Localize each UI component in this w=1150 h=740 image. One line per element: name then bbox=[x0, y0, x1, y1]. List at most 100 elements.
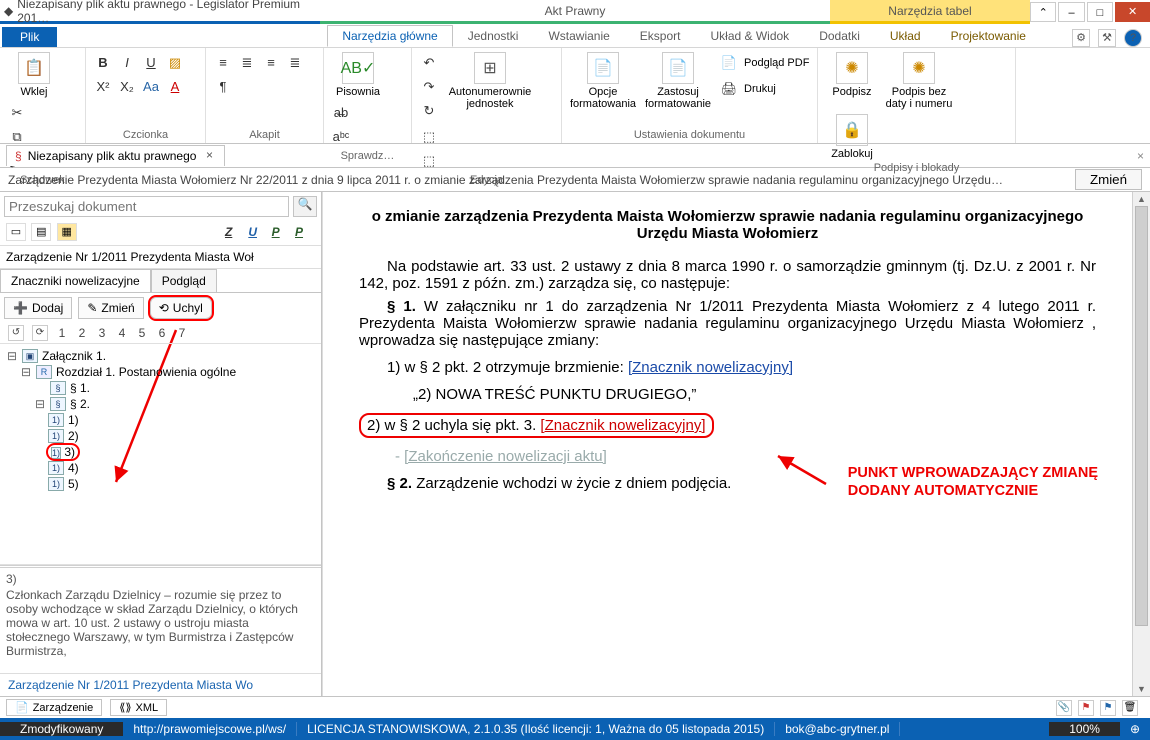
filter-z[interactable]: Z bbox=[225, 225, 245, 239]
marker-link-2[interactable]: [Znacznik nowelizacyjny] bbox=[540, 417, 705, 434]
close-button[interactable]: ✕ bbox=[1115, 2, 1150, 22]
align-right-button[interactable]: ≡ bbox=[260, 52, 282, 74]
tab-main-tools[interactable]: Narzędzia główne bbox=[327, 25, 452, 47]
scroll-thumb[interactable] bbox=[1135, 206, 1148, 626]
trash-icon[interactable]: 🗑 bbox=[1122, 700, 1138, 716]
refresh-icon[interactable]: ⟳ bbox=[32, 325, 48, 341]
tools-icon[interactable]: ⚒ bbox=[1098, 29, 1116, 47]
vertical-scrollbar[interactable]: ▲ ▼ bbox=[1132, 192, 1150, 696]
superscript-button[interactable]: X² bbox=[92, 76, 114, 98]
align-left-button[interactable]: ≡ bbox=[212, 52, 234, 74]
view-mode-2[interactable]: ▤ bbox=[31, 223, 51, 241]
document-tab[interactable]: § Niezapisany plik aktu prawnego × bbox=[6, 145, 225, 166]
thesaurus-icon[interactable]: a̶b bbox=[330, 102, 352, 124]
view-tab-doc[interactable]: 📄Zarządzenie bbox=[6, 699, 102, 716]
font-color-button[interactable]: A bbox=[164, 76, 186, 98]
format-options-button[interactable]: 📄 Opcje formatowania bbox=[568, 52, 638, 110]
tab-addons[interactable]: Dodatki bbox=[804, 25, 875, 47]
sign-button[interactable]: ✺ Podpisz bbox=[824, 52, 880, 98]
minimize-button[interactable]: – bbox=[1058, 2, 1084, 22]
tree-attachment[interactable]: ⊟▣Załącznik 1. bbox=[6, 348, 317, 364]
paste-button[interactable]: 📋 Wklej bbox=[6, 52, 62, 98]
search-input[interactable] bbox=[4, 196, 289, 217]
help-icon[interactable]: ? bbox=[1124, 29, 1142, 47]
edit-button[interactable]: ✎Zmień bbox=[78, 297, 143, 319]
case-button[interactable]: Aa bbox=[140, 76, 162, 98]
tree-pt5[interactable]: 1)5) bbox=[6, 476, 317, 492]
tab-table-design[interactable]: Projektowanie bbox=[936, 25, 1041, 47]
lock-button[interactable]: 🔒 Zablokuj bbox=[824, 114, 880, 160]
flag2-icon[interactable]: ⚑ bbox=[1100, 700, 1116, 716]
tree-pt2[interactable]: 1)2) bbox=[6, 428, 317, 444]
filter-p2[interactable]: P bbox=[295, 225, 315, 239]
doc-tab-close-icon[interactable]: × bbox=[202, 149, 216, 163]
subscript-button[interactable]: X₂ bbox=[116, 76, 138, 98]
search-button[interactable]: 🔍 bbox=[293, 196, 317, 217]
tab-insert[interactable]: Wstawianie bbox=[533, 25, 624, 47]
subtab-preview[interactable]: Podgląd bbox=[151, 269, 217, 292]
research-icon[interactable]: aᵇᶜ bbox=[330, 126, 352, 148]
cut-icon[interactable]: ✂ bbox=[6, 102, 28, 124]
flag1-icon[interactable]: ⚑ bbox=[1078, 700, 1094, 716]
para-mark-button[interactable]: ¶ bbox=[212, 76, 234, 98]
underline-button[interactable]: U bbox=[140, 52, 162, 74]
attach-icon[interactable]: 📎 bbox=[1056, 700, 1072, 716]
align-center-button[interactable]: ≣ bbox=[236, 52, 258, 74]
spellcheck-button[interactable]: AB✓ Pisownia bbox=[330, 52, 386, 98]
tab-layout-view[interactable]: Układ & Widok bbox=[695, 25, 804, 47]
page-7[interactable]: 7 bbox=[176, 326, 188, 340]
pdf-preview-button[interactable]: 📄Podgląd PDF bbox=[718, 52, 809, 74]
tree-pt3[interactable]: 1) 3) bbox=[6, 444, 317, 460]
align-justify-button[interactable]: ≣ bbox=[284, 52, 306, 74]
italic-button[interactable]: I bbox=[116, 52, 138, 74]
view-tab-xml[interactable]: ⟪⟫XML bbox=[110, 699, 167, 716]
page-6[interactable]: 6 bbox=[156, 326, 168, 340]
filter-p[interactable]: P bbox=[272, 225, 292, 239]
tree-s2[interactable]: ⊟§§ 2. bbox=[6, 396, 317, 412]
tree-pt4[interactable]: 1)4) bbox=[6, 460, 317, 476]
related-doc-link[interactable]: Zarządzenie Nr 1/2011 Prezydenta Miasta … bbox=[0, 673, 321, 696]
view-mode-3[interactable]: ▦ bbox=[57, 223, 77, 241]
autonumber-button[interactable]: ⊞ Autonumerownie jednostek bbox=[444, 52, 536, 110]
undo-button[interactable]: ↶ bbox=[418, 52, 440, 74]
repeal-button[interactable]: ⟲Uchyl bbox=[150, 297, 212, 319]
repeat-button[interactable]: ↻ bbox=[418, 100, 440, 122]
page-3[interactable]: 3 bbox=[96, 326, 108, 340]
print-button[interactable]: 🖨Drukuj bbox=[718, 78, 809, 100]
ribbon-toggle-icon[interactable]: ⌃ bbox=[1030, 2, 1056, 22]
tree-chapter[interactable]: ⊟RRozdział 1. Postanowienia ogólne bbox=[6, 364, 317, 380]
view-mode-1[interactable]: ▭ bbox=[6, 223, 26, 241]
repeal-icon: ⟲ bbox=[159, 301, 169, 315]
history-icon[interactable]: ↺ bbox=[8, 325, 24, 341]
filter-u[interactable]: U bbox=[248, 225, 268, 239]
change-button[interactable]: Zmień bbox=[1075, 169, 1142, 190]
highlight-button[interactable]: ▨ bbox=[164, 52, 186, 74]
file-tab[interactable]: Plik bbox=[2, 27, 57, 47]
add-button[interactable]: ➕Dodaj bbox=[4, 297, 72, 319]
tab-export[interactable]: Eksport bbox=[625, 25, 696, 47]
tab-units[interactable]: Jednostki bbox=[453, 25, 534, 47]
maximize-button[interactable]: □ bbox=[1087, 2, 1113, 22]
page-2[interactable]: 2 bbox=[76, 326, 88, 340]
zoom-fit-icon[interactable]: ⊕ bbox=[1120, 722, 1150, 736]
subtab-markers[interactable]: Znaczniki nowelizacyjne bbox=[0, 269, 151, 292]
doc-tabs-close-all[interactable]: × bbox=[1137, 149, 1144, 163]
settings-icon[interactable]: ⚙ bbox=[1072, 29, 1090, 47]
page-4[interactable]: 4 bbox=[116, 326, 128, 340]
end-link[interactable]: [Zakończenie nowelizacji aktu] bbox=[404, 448, 607, 465]
find-button[interactable]: ⬚ bbox=[418, 126, 440, 148]
apply-format-button[interactable]: 📄 Zastosuj formatowanie bbox=[642, 52, 714, 110]
bold-button[interactable]: B bbox=[92, 52, 114, 74]
sign-nodate-button[interactable]: ✺ Podpis bez daty i numeru bbox=[884, 52, 954, 110]
status-zoom[interactable]: 100% bbox=[1049, 722, 1120, 736]
replace-button[interactable]: ⬚ bbox=[418, 150, 440, 172]
tree-s1[interactable]: §§ 1. bbox=[6, 380, 317, 396]
redo-button[interactable]: ↷ bbox=[418, 76, 440, 98]
page-1[interactable]: 1 bbox=[56, 326, 68, 340]
scroll-up-icon[interactable]: ▲ bbox=[1133, 192, 1150, 206]
page-5[interactable]: 5 bbox=[136, 326, 148, 340]
tab-table-layout[interactable]: Układ bbox=[875, 25, 936, 47]
marker-link-1[interactable]: [Znacznik nowelizacyjny] bbox=[628, 359, 793, 376]
tree-pt1[interactable]: 1)1) bbox=[6, 412, 317, 428]
scroll-down-icon[interactable]: ▼ bbox=[1133, 682, 1150, 696]
